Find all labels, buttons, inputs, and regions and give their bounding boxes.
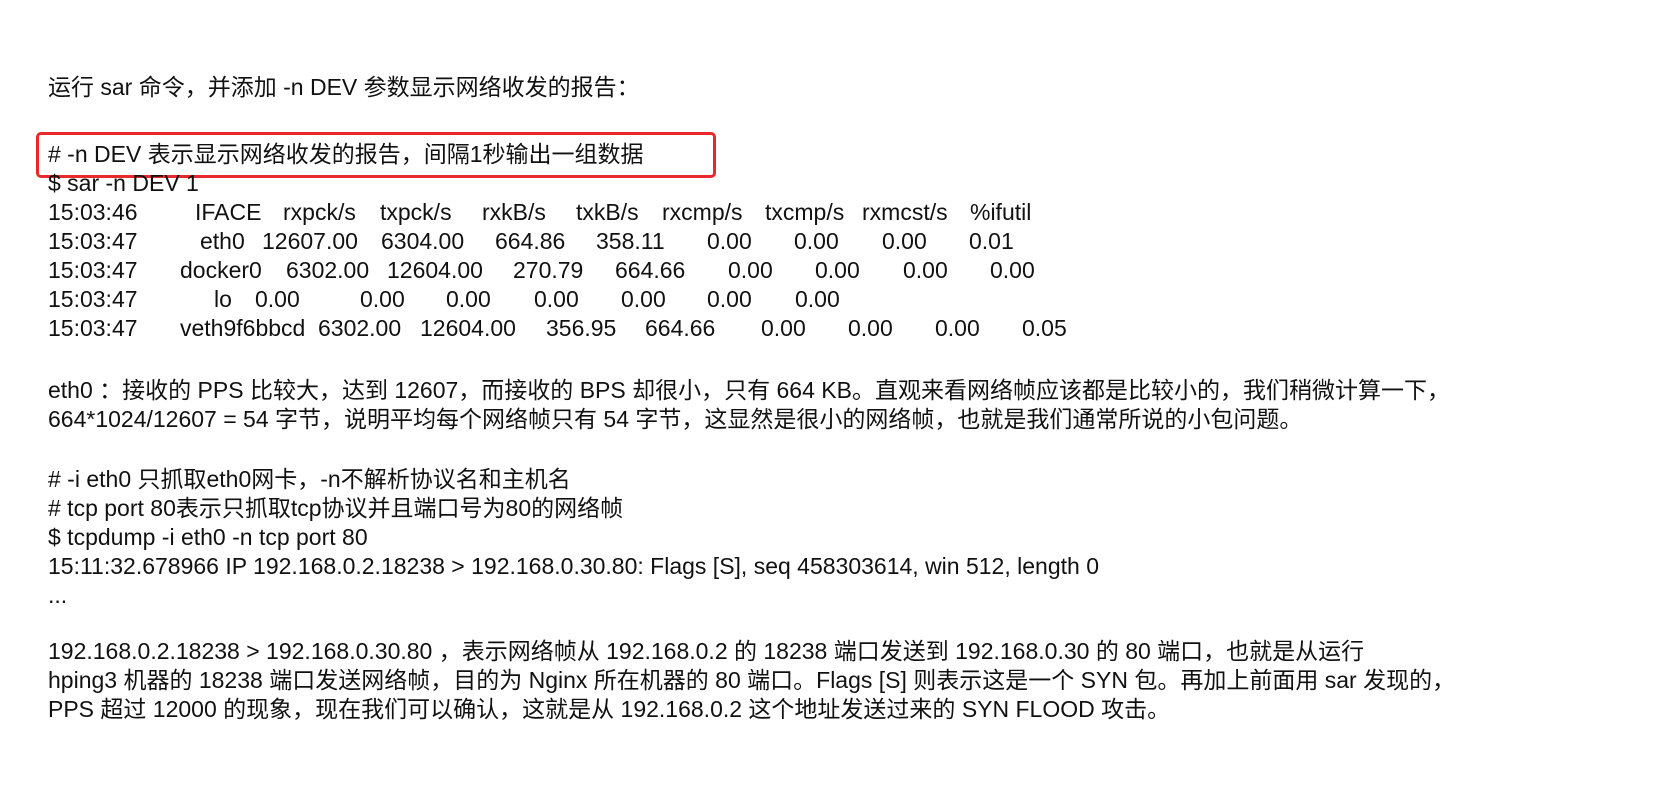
sar-cell: 664.86 xyxy=(495,228,566,254)
sar-cell: 15:03:47 xyxy=(48,286,138,312)
sar-cell: 15:03:47 xyxy=(48,228,138,254)
sar-cell: 0.00 xyxy=(795,286,840,312)
sar-header-cell: txkB/s xyxy=(576,199,639,225)
sar-cell: 12604.00 xyxy=(420,315,516,341)
sar-cell: 15:03:47 xyxy=(48,315,138,341)
sar-cell: 664.66 xyxy=(645,315,716,341)
sar-header-cell: txpck/s xyxy=(380,199,452,225)
sar-cell: 0.00 xyxy=(761,315,806,341)
tcpdump-comment-1: # -i eth0 只抓取eth0网卡，-n不解析协议名和主机名 xyxy=(48,466,571,492)
sar-cell: 6302.00 xyxy=(286,257,370,283)
sar-cell: 0.01 xyxy=(969,228,1014,254)
sar-cell: veth9f6bbcd xyxy=(180,315,306,341)
sar-header-cell: IFACE xyxy=(195,199,262,225)
sar-header-cell: rxmcst/s xyxy=(862,199,948,225)
sar-cell: 356.95 xyxy=(546,315,617,341)
sar-cell: 0.00 xyxy=(990,257,1035,283)
sar-cell: 0.00 xyxy=(255,286,300,312)
sar-cell: 15:03:47 xyxy=(48,257,138,283)
sar-cell: 0.00 xyxy=(360,286,405,312)
analysis-2-line-1: 192.168.0.2.18238 > 192.168.0.30.80 ，表示网… xyxy=(48,638,1365,664)
sar-cell: 270.79 xyxy=(513,257,584,283)
sar-cell: 6304.00 xyxy=(381,228,465,254)
sar-cell: 0.00 xyxy=(935,315,980,341)
sar-header-cell: 15:03:46 xyxy=(48,199,138,225)
sar-cell: 0.00 xyxy=(882,228,927,254)
sar-cell: 0.00 xyxy=(848,315,893,341)
analysis-1-line-1: eth0 ：接收的 PPS 比较大，达到 12607，而接收的 BPS 却很小，… xyxy=(48,377,1450,403)
sar-cell: 0.00 xyxy=(707,286,752,312)
sar-cell: 0.00 xyxy=(794,228,839,254)
sar-header-cell: txcmp/s xyxy=(765,199,845,225)
tcpdump-ellipsis: ... xyxy=(48,582,68,608)
sar-cell: 0.00 xyxy=(707,228,752,254)
tcpdump-comment-2: # tcp port 80表示只抓取tcp协议并且端口号为80的网络帧 xyxy=(48,495,624,521)
sar-cell: 0.05 xyxy=(1022,315,1067,341)
sar-cell: lo xyxy=(214,286,232,312)
sar-command: $ sar -n DEV 1 xyxy=(48,170,199,196)
sar-cell: 0.00 xyxy=(903,257,948,283)
sar-header-cell: rxcmp/s xyxy=(662,199,743,225)
sar-cell: 0.00 xyxy=(621,286,666,312)
analysis-2-line-3: PPS 超过 12000 的现象，现在我们可以确认，这就是从 192.168.0… xyxy=(48,696,1171,722)
tcpdump-output: 15:11:32.678966 IP 192.168.0.2.18238 > 1… xyxy=(48,553,1099,579)
sar-cell: 12607.00 xyxy=(262,228,358,254)
analysis-2-line-2: hping3 机器的 18238 端口发送网络帧，目的为 Nginx 所在机器的… xyxy=(48,667,1456,693)
sar-header-cell: %ifutil xyxy=(970,199,1032,225)
sar-cell: eth0 xyxy=(200,228,245,254)
tcpdump-command: $ tcpdump -i eth0 -n tcp port 80 xyxy=(48,524,368,550)
sar-cell: 664.66 xyxy=(615,257,686,283)
sar-header-cell: rxpck/s xyxy=(283,199,356,225)
sar-cell: 0.00 xyxy=(534,286,579,312)
sar-cell: 12604.00 xyxy=(387,257,483,283)
sar-cell: 6302.00 xyxy=(318,315,402,341)
sar-cell: 0.00 xyxy=(446,286,491,312)
intro-text: 运行 sar 命令，并添加 -n DEV 参数显示网络收发的报告： xyxy=(48,74,640,100)
sar-header-cell: rxkB/s xyxy=(482,199,546,225)
sar-cell: 0.00 xyxy=(815,257,860,283)
sar-cell: docker0 xyxy=(180,257,262,283)
analysis-1-line-2: 664*1024/12607 = 54 字节，说明平均每个网络帧只有 54 字节… xyxy=(48,406,1303,432)
sar-comment: # -n DEV 表示显示网络收发的报告，间隔1秒输出一组数据 xyxy=(48,141,644,167)
sar-cell: 0.00 xyxy=(728,257,773,283)
sar-cell: 358.11 xyxy=(596,228,665,254)
